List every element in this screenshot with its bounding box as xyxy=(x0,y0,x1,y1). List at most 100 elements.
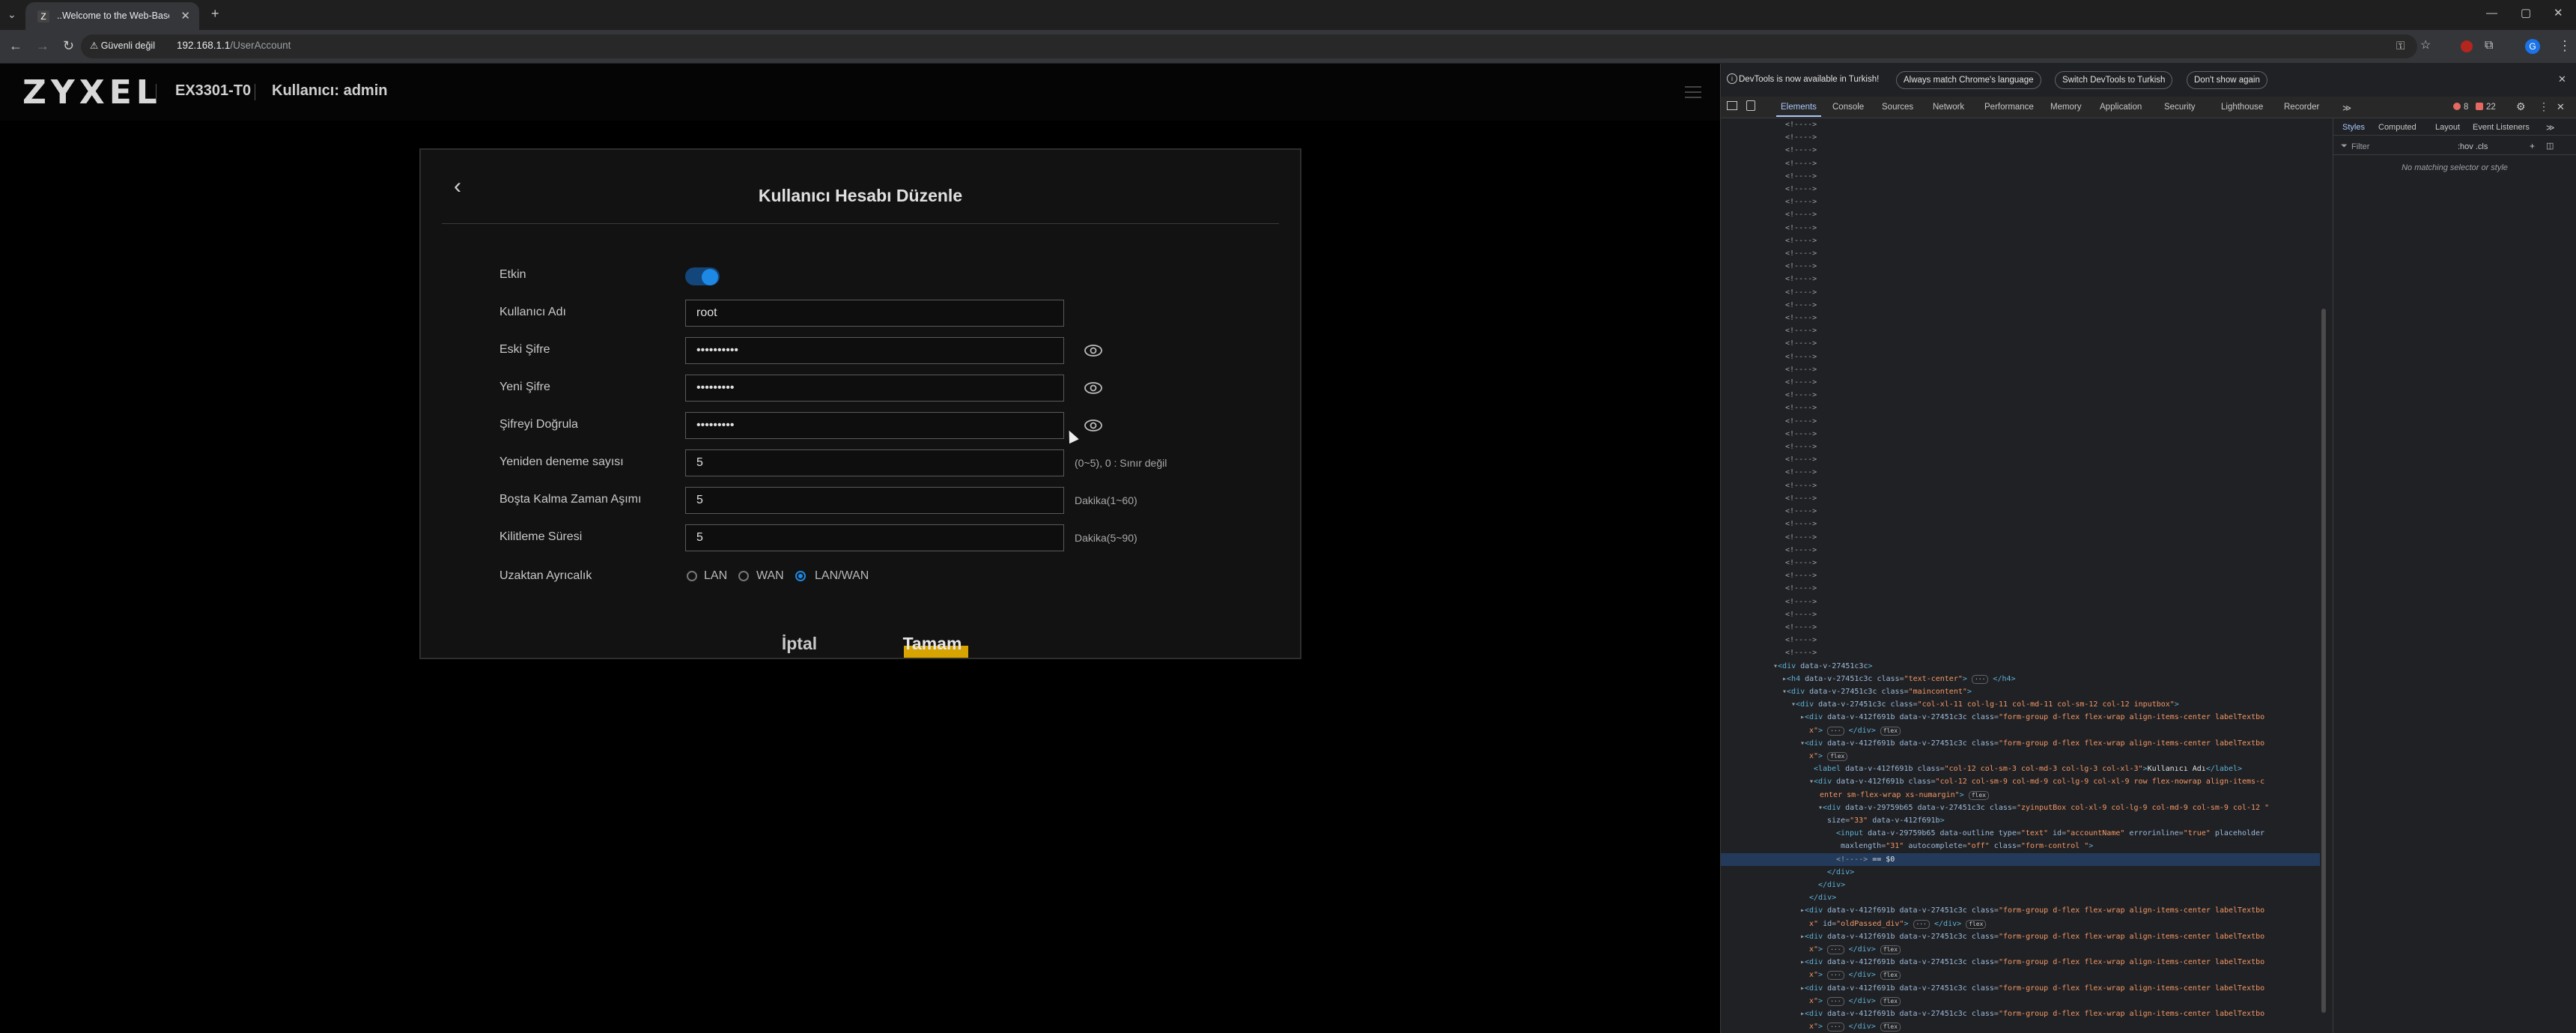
dom-node-line[interactable]: x"> ··· </div> flex xyxy=(1721,995,2321,1008)
enabled-toggle-knob[interactable] xyxy=(702,269,718,285)
dom-node-line[interactable]: x"> ··· </div> flex xyxy=(1721,969,2321,981)
dom-node-line[interactable]: maxlength="31" autocomplete="off" class=… xyxy=(1721,840,2321,852)
dom-node-line[interactable]: ▸<div data-v-412f691b data-v-27451c3c cl… xyxy=(1721,982,2321,995)
comment-node[interactable]: <!----> xyxy=(1721,544,2321,557)
comment-node[interactable]: <!----> xyxy=(1721,363,2321,376)
profile-avatar[interactable]: G xyxy=(2525,39,2540,54)
styles-more-icon[interactable]: ≫ xyxy=(2546,123,2555,133)
minimize-icon[interactable]: — xyxy=(2486,6,2497,21)
confirm-password-input[interactable]: ••••••••• xyxy=(685,412,1064,439)
show-old-password-eye-icon[interactable] xyxy=(1084,341,1103,360)
cancel-button[interactable]: İptal xyxy=(749,628,850,659)
url-text[interactable]: 192.168.1.1/UserAccount xyxy=(177,40,291,51)
dom-node-line[interactable]: x"> ··· </div> flex xyxy=(1721,724,2321,737)
remote-lan-label[interactable]: LAN xyxy=(704,569,727,583)
tab-performance[interactable]: Performance xyxy=(1984,103,2034,112)
dom-node-line[interactable]: </div> xyxy=(1721,891,2321,904)
comment-node[interactable]: <!----> xyxy=(1721,286,2321,299)
toggle-sidebar-icon[interactable]: ◫ xyxy=(2546,141,2554,151)
comment-node[interactable]: <!----> xyxy=(1721,621,2321,634)
comment-node[interactable]: <!----> xyxy=(1721,337,2321,350)
dom-node-line[interactable]: <input data-v-29759b65 data-outline type… xyxy=(1721,827,2321,840)
tab-network[interactable]: Network xyxy=(1933,103,1964,112)
dom-node-line[interactable]: x"> ··· </div> flex xyxy=(1721,943,2321,956)
dom-node-line[interactable]: ▸<div data-v-412f691b data-v-27451c3c cl… xyxy=(1721,1008,2321,1020)
browser-tab[interactable]: Z ..Welcome to the Web-Based C ✕ xyxy=(25,2,199,30)
remote-wan-radio[interactable] xyxy=(738,571,749,581)
comment-node[interactable]: <!----> xyxy=(1721,596,2321,608)
comment-node[interactable]: <!----> xyxy=(1721,492,2321,505)
address-bar[interactable] xyxy=(81,34,2417,58)
dom-node-line[interactable]: ▾<div data-v-27451c3c class="maincontent… xyxy=(1721,685,2321,698)
switch-language-button[interactable]: Switch DevTools to Turkish xyxy=(2055,71,2173,89)
security-chip[interactable]: ⚠ Güvenli değil xyxy=(90,40,155,51)
lockout-input[interactable]: 5 xyxy=(685,524,1064,551)
bookmark-star-icon[interactable]: ☆ xyxy=(2420,38,2431,53)
hov-cls-toggle[interactable]: :hov .cls xyxy=(2458,142,2488,151)
maximize-icon[interactable]: ▢ xyxy=(2521,6,2531,21)
comment-node[interactable]: <!----> xyxy=(1721,376,2321,389)
elements-tree[interactable]: <!----> <!----> <!----> <!----> <!----> <!---… xyxy=(1721,118,2321,1033)
comment-node[interactable]: <!----> xyxy=(1721,260,2321,273)
comment-node[interactable]: <!----> xyxy=(1721,608,2321,621)
dismiss-info-button[interactable]: Don't show again xyxy=(2187,71,2267,89)
tab-recorder[interactable]: Recorder xyxy=(2284,103,2319,112)
devtools-menu-icon[interactable]: ⋮ xyxy=(2539,100,2549,113)
comment-node[interactable]: <!----> xyxy=(1721,351,2321,363)
remote-wan-label[interactable]: WAN xyxy=(756,569,784,583)
forward-nav-icon[interactable]: → xyxy=(36,38,49,53)
new-tab-icon[interactable]: + xyxy=(211,6,219,21)
dom-node-line[interactable]: </div> xyxy=(1721,866,2321,879)
comment-node[interactable]: <!----> xyxy=(1721,646,2321,659)
comment-node[interactable]: <!----> xyxy=(1721,402,2321,414)
tab-memory[interactable]: Memory xyxy=(2050,103,2082,112)
chrome-menu-icon[interactable]: ⋮ xyxy=(2558,38,2572,53)
styles-filter-input[interactable]: Filter xyxy=(2351,142,2369,151)
reload-icon[interactable]: ↻ xyxy=(63,38,74,53)
ok-button[interactable]: Tamam xyxy=(899,628,966,659)
comment-node[interactable]: <!----> xyxy=(1721,131,2321,144)
tab-styles[interactable]: Styles xyxy=(2342,123,2365,132)
comment-node[interactable]: <!----> xyxy=(1721,196,2321,208)
show-confirm-password-eye-icon[interactable] xyxy=(1084,416,1103,435)
tab-console[interactable]: Console xyxy=(1832,103,1864,112)
tab-close-icon[interactable]: ✕ xyxy=(180,9,190,22)
retry-input[interactable]: 5 xyxy=(685,449,1064,476)
extension-icon[interactable] xyxy=(2461,40,2473,52)
tab-application[interactable]: Application xyxy=(2100,103,2142,112)
tab-lighthouse[interactable]: Lighthouse xyxy=(2221,103,2263,112)
extensions-puzzle-icon[interactable]: ⧉ xyxy=(2485,38,2493,53)
comment-node[interactable]: <!----> xyxy=(1721,312,2321,324)
dom-node-line[interactable]: ▸<div data-v-412f691b data-v-27451c3c cl… xyxy=(1721,904,2321,917)
tab-sources[interactable]: Sources xyxy=(1882,103,1913,112)
elements-scroll-thumb[interactable] xyxy=(2321,309,2326,1013)
selected-dom-node[interactable]: <!----> == $0 xyxy=(1721,852,2321,866)
dom-node-line[interactable]: ▾<div data-v-27451c3c class="col-xl-11 c… xyxy=(1721,698,2321,711)
tab-search-chevron-icon[interactable]: ⌄ xyxy=(7,7,16,22)
password-key-icon[interactable]: ⚿ xyxy=(2396,39,2405,54)
idle-timeout-input[interactable]: 5 xyxy=(685,487,1064,514)
dom-node-line[interactable]: ▾<div data-v-29759b65 data-v-27451c3c cl… xyxy=(1721,802,2321,814)
comment-node[interactable]: <!----> xyxy=(1721,273,2321,285)
comment-node[interactable]: <!----> xyxy=(1721,415,2321,428)
comment-node[interactable]: <!----> xyxy=(1721,634,2321,646)
dom-node-line[interactable]: size="33" data-v-412f691b> xyxy=(1721,814,2321,827)
show-new-password-eye-icon[interactable] xyxy=(1084,378,1103,398)
comment-node[interactable]: <!----> xyxy=(1721,453,2321,466)
hamburger-menu-icon[interactable] xyxy=(1685,86,1701,102)
dom-node-line[interactable]: x"> flex xyxy=(1721,750,2321,763)
comment-node[interactable]: <!----> xyxy=(1721,569,2321,582)
tab-event-listeners[interactable]: Event Listeners xyxy=(2473,123,2530,132)
comment-node[interactable]: <!----> xyxy=(1721,505,2321,518)
tab-layout[interactable]: Layout xyxy=(2435,123,2460,132)
dom-node-line[interactable]: ▸<div data-v-412f691b data-v-27451c3c cl… xyxy=(1721,930,2321,943)
comment-node[interactable]: <!----> xyxy=(1721,582,2321,595)
close-infobar-icon[interactable]: ✕ xyxy=(2558,73,2566,85)
comment-node[interactable]: <!----> xyxy=(1721,299,2321,312)
comment-node[interactable]: <!----> xyxy=(1721,466,2321,479)
comment-node[interactable]: <!----> xyxy=(1721,440,2321,453)
comment-node[interactable]: <!----> xyxy=(1721,531,2321,544)
error-count[interactable]: 8 xyxy=(2464,103,2468,112)
remote-lanwan-radio[interactable] xyxy=(795,571,806,581)
warning-count[interactable]: 22 xyxy=(2486,103,2496,112)
